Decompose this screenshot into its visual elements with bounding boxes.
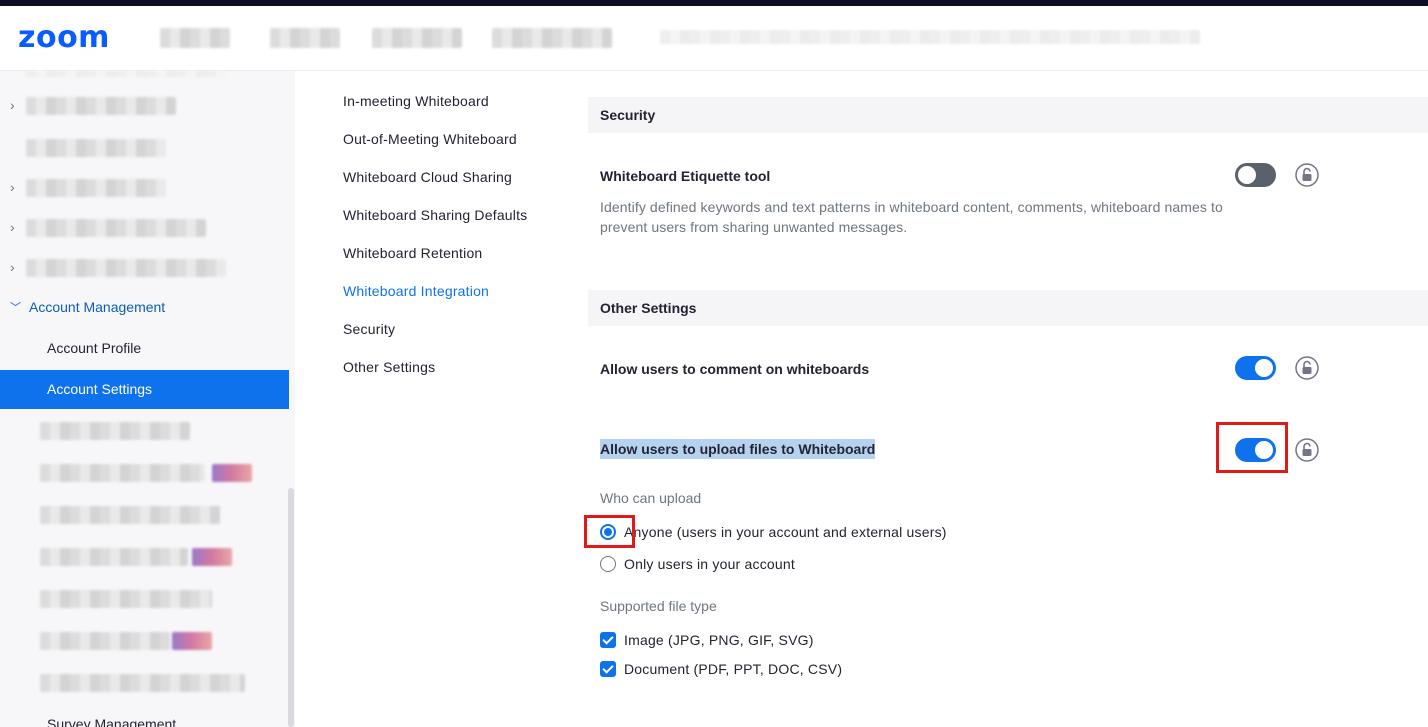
lock-icon[interactable] [1295,356,1319,380]
checkbox[interactable] [600,632,616,648]
nav-item-blurred[interactable] [372,28,462,48]
setting-description-etiquette: Identify defined keywords and text patte… [600,199,1223,235]
sidebar-item-blurred[interactable] [26,219,206,237]
sidebar-badge-blurred [212,464,252,482]
sidebar-item-blurred[interactable] [40,632,170,650]
checkbox-image[interactable]: Image (JPG, PNG, GIF, SVG) [600,632,814,648]
sidebar-item-blurred[interactable] [40,548,188,566]
toggle-knob [1255,441,1273,459]
nav-item-blurred[interactable] [492,28,612,48]
checkbox-document[interactable]: Document (PDF, PPT, DOC, CSV) [600,661,842,677]
subnav-security[interactable]: Security [343,321,527,359]
sidebar-item-account-profile[interactable]: Account Profile [47,340,141,356]
subnav-whiteboard-sharing-defaults[interactable]: Whiteboard Sharing Defaults [343,207,527,245]
checkbox-label: Image (JPG, PNG, GIF, SVG) [624,632,814,648]
subnav-out-of-meeting-whiteboard[interactable]: Out-of-Meeting Whiteboard [343,131,527,169]
subnav-whiteboard-cloud-sharing[interactable]: Whiteboard Cloud Sharing [343,169,527,207]
section-title: Security [600,107,656,123]
chevron-right-icon[interactable]: › [10,97,15,113]
sidebar-item-blurred[interactable] [40,674,245,692]
zoom-logo[interactable]: zoom [18,20,110,55]
lock-icon[interactable] [1295,438,1319,462]
sidebar-item-blurred[interactable] [26,71,226,77]
subnav-other-settings[interactable]: Other Settings [343,359,527,397]
supported-file-type-label: Supported file type [600,598,717,614]
setting-title-comment: Allow users to comment on whiteboards [600,361,870,377]
header-text-blurred [660,30,1200,44]
sidebar: › › › › ﹀ Account Management Account Pro… [0,71,295,727]
etiquette-toggle[interactable] [1235,163,1276,187]
sidebar-item-blurred[interactable] [40,464,205,482]
comment-toggle[interactable] [1235,356,1276,380]
radio-button[interactable] [600,556,616,572]
sidebar-scrollbar[interactable] [288,488,294,727]
sidebar-item-blurred[interactable] [26,139,166,157]
nav-item-blurred[interactable] [270,28,340,48]
chevron-down-icon: ﹀ [10,302,21,314]
section-header-other-settings: Other Settings [588,290,1428,326]
sidebar-item-label: Account Settings [47,381,153,397]
sidebar-item-blurred[interactable] [26,259,226,277]
upload-toggle[interactable] [1235,438,1276,462]
checkbox[interactable] [600,661,616,677]
radio-option-account-only[interactable]: Only users in your account [600,556,795,572]
radio-label: Only users in your account [624,556,795,572]
settings-subnav: In-meeting Whiteboard Out-of-Meeting Whi… [343,93,527,397]
header: zoom [0,6,1428,71]
who-can-upload-label: Who can upload [600,490,702,506]
chevron-right-icon[interactable]: › [10,259,15,275]
sidebar-item-blurred[interactable] [26,97,176,115]
subnav-in-meeting-whiteboard[interactable]: In-meeting Whiteboard [343,93,527,131]
chevron-right-icon[interactable]: › [10,179,15,195]
radio-option-anyone[interactable]: Anyone (users in your account and extern… [600,524,947,540]
setting-title-etiquette: Whiteboard Etiquette tool [600,168,771,184]
sidebar-badge-blurred [192,548,232,566]
toggle-knob [1255,359,1273,377]
sidebar-item-account-settings[interactable]: Account Settings [0,370,289,409]
chevron-right-icon[interactable]: › [10,219,15,235]
setting-title-upload-text: Allow users to upload files to Whiteboar… [600,439,876,459]
lock-icon[interactable] [1295,163,1319,187]
radio-label: Anyone (users in your account and extern… [624,524,947,540]
subnav-whiteboard-integration[interactable]: Whiteboard Integration [343,283,527,321]
nav-item-blurred[interactable] [160,28,230,48]
subnav-whiteboard-retention[interactable]: Whiteboard Retention [343,245,527,283]
sidebar-item-blurred[interactable] [40,422,190,440]
sidebar-badge-blurred [172,632,212,650]
section-title: Other Settings [600,300,697,316]
checkbox-label: Document (PDF, PPT, DOC, CSV) [624,661,843,677]
sidebar-item-blurred[interactable] [40,506,220,524]
toggle-knob [1238,166,1256,184]
highlight-box-radio [584,515,635,548]
sidebar-item-account-management[interactable]: ﹀ Account Management [10,299,165,315]
sidebar-item-blurred[interactable] [40,590,212,608]
sidebar-item-blurred[interactable] [26,179,166,197]
sidebar-item-survey-management[interactable]: Survey Management [47,716,176,727]
section-header-security: Security [588,97,1428,133]
sidebar-item-label: Account Management [29,299,166,315]
setting-title-upload: Allow users to upload files to Whiteboar… [600,439,876,459]
